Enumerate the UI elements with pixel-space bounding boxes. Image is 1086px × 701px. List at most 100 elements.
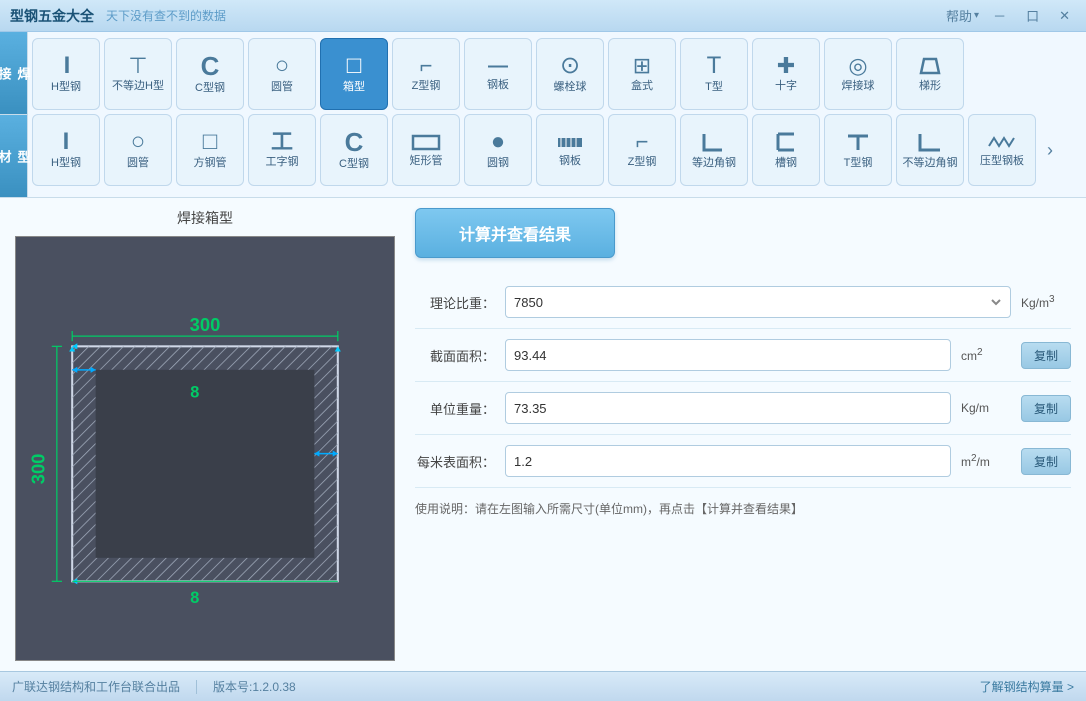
box-icon: □ xyxy=(347,54,362,78)
category-labels: 焊接 型材 xyxy=(0,32,28,197)
m-angle-unequal-icon xyxy=(916,130,944,154)
tool-m-round-steel[interactable]: ● 圆钢 xyxy=(464,114,532,186)
help-button[interactable]: 帮助 ▾ xyxy=(946,6,979,25)
surface-unit: m2/m xyxy=(961,453,1011,469)
category-weld[interactable]: 焊接 xyxy=(0,32,27,115)
z-steel-icon: ⌐ xyxy=(420,55,433,77)
area-label: 截面面积： xyxy=(415,346,495,365)
m-h-steel-icon: I xyxy=(63,130,70,154)
weight-copy-button[interactable]: 复制 xyxy=(1021,395,1071,422)
m-press-plate-icon xyxy=(987,132,1017,152)
diagram-canvas: 300 300 xyxy=(15,236,395,661)
area-copy-button[interactable]: 复制 xyxy=(1021,342,1071,369)
calculate-button[interactable]: 计算并查看结果 xyxy=(415,208,615,258)
tool-m-z-steel[interactable]: ⌐ Z型钢 xyxy=(608,114,676,186)
tool-m-angle-equal[interactable]: 等边角钢 xyxy=(680,114,748,186)
tool-t-steel[interactable]: T T型 xyxy=(680,38,748,110)
weight-input[interactable] xyxy=(505,392,951,424)
diagram-title: 焊接箱型 xyxy=(15,208,395,228)
t-steel-icon: T xyxy=(707,54,722,78)
area-unit: cm2 xyxy=(961,347,1011,363)
tool-weld-ball[interactable]: ◎ 焊接球 xyxy=(824,38,892,110)
unequal-h-icon: ⊤ xyxy=(128,55,147,77)
weld-ball-icon: ◎ xyxy=(848,55,867,77)
weight-label: 单位重量： xyxy=(415,399,495,418)
density-select[interactable]: 7850 7800 7900 xyxy=(505,286,1011,318)
svg-text:300: 300 xyxy=(190,314,221,335)
surface-copy-button[interactable]: 复制 xyxy=(1021,448,1071,475)
tool-m-i-beam[interactable]: 工 工字钢 xyxy=(248,114,316,186)
close-button[interactable]: ✕ xyxy=(1053,6,1076,26)
tool-m-plate[interactable]: 钢板 xyxy=(536,114,604,186)
density-unit: Kg/m3 xyxy=(1021,294,1071,310)
density-row: 理论比重： 7850 7800 7900 Kg/m3 xyxy=(415,276,1071,329)
m-plate-icon xyxy=(556,132,584,152)
surface-row: 每米表面积： m2/m 复制 xyxy=(415,435,1071,488)
weight-row: 单位重量： Kg/m 复制 xyxy=(415,382,1071,435)
area-row: 截面面积： cm2 复制 xyxy=(415,329,1071,382)
titlebar-left: 型钢五金大全 天下没有查不到的数据 xyxy=(10,6,226,26)
svg-text:300: 300 xyxy=(28,454,49,485)
diagram-svg: 300 300 xyxy=(16,237,394,660)
minimize-button[interactable]: － xyxy=(987,4,1012,27)
tool-m-channel[interactable]: 槽钢 xyxy=(752,114,820,186)
category-material[interactable]: 型材 xyxy=(0,115,27,197)
toolbar: 焊接 型材 I H型钢 ⊤ 不等边H型 C C型钢 ○ 圆管 xyxy=(0,32,1086,198)
statusbar: 广联达钢结构和工作台联合出品 版本号:1.2.0.38 了解钢结构算量 > xyxy=(0,671,1086,701)
scroll-right-button[interactable]: › xyxy=(1040,140,1060,161)
company-label: 广联达钢结构和工作台联合出品 xyxy=(12,678,180,695)
tool-m-round-pipe[interactable]: ○ 圆管 xyxy=(104,114,172,186)
tool-cross[interactable]: ✚ 十字 xyxy=(752,38,820,110)
h-steel-icon: I xyxy=(64,54,69,78)
knowledge-link[interactable]: 了解钢结构算量 > xyxy=(980,678,1074,695)
tool-round-pipe[interactable]: ○ 圆管 xyxy=(248,38,316,110)
density-label: 理论比重： xyxy=(415,293,495,312)
cross-icon: ✚ xyxy=(777,55,795,77)
titlebar: 型钢五金大全 天下没有查不到的数据 帮助 ▾ － 口 ✕ xyxy=(0,0,1086,32)
m-i-beam-icon: 工 xyxy=(271,131,293,153)
chevron-down-icon: ▾ xyxy=(974,10,979,21)
m-c-steel-icon: C xyxy=(345,129,364,155)
tool-m-c-steel[interactable]: C C型钢 xyxy=(320,114,388,186)
tool-unequal-h[interactable]: ⊤ 不等边H型 xyxy=(104,38,172,110)
tool-m-angle-unequal[interactable]: 不等边角钢 xyxy=(896,114,964,186)
usage-note: 使用说明：请在左图输入所需尺寸(单位mm)，再点击【计算并查看结果】 xyxy=(415,500,1071,517)
tool-m-square-pipe[interactable]: □ 方钢管 xyxy=(176,114,244,186)
weld-tool-row: I H型钢 ⊤ 不等边H型 C C型钢 ○ 圆管 □ 箱型 xyxy=(32,38,1082,110)
tool-m-t-steel[interactable]: T型钢 xyxy=(824,114,892,186)
status-divider xyxy=(196,680,197,694)
m-rect-pipe-icon xyxy=(411,132,441,152)
statusbar-left: 广联达钢结构和工作台联合出品 版本号:1.2.0.38 xyxy=(12,678,296,695)
m-t-steel-icon xyxy=(844,130,872,154)
m-square-pipe-icon: □ xyxy=(203,130,218,154)
tool-c-steel[interactable]: C C型钢 xyxy=(176,38,244,110)
main-content: 焊接箱型 300 300 xyxy=(0,198,1086,671)
tool-m-h-steel[interactable]: I H型钢 xyxy=(32,114,100,186)
weight-unit: Kg/m xyxy=(961,401,1011,415)
box-style-icon: ⊞ xyxy=(633,55,651,77)
tool-box[interactable]: □ 箱型 xyxy=(320,38,388,110)
tool-bolt-ball[interactable]: ⊙ 螺栓球 xyxy=(536,38,604,110)
diagram-panel: 焊接箱型 300 300 xyxy=(15,208,395,661)
svg-text:8: 8 xyxy=(190,383,199,401)
tool-z-steel[interactable]: ⌐ Z型钢 xyxy=(392,38,460,110)
app-subtitle: 天下没有查不到的数据 xyxy=(106,7,226,24)
restore-button[interactable]: 口 xyxy=(1020,4,1045,27)
tool-h-steel[interactable]: I H型钢 xyxy=(32,38,100,110)
tool-m-press-plate[interactable]: 压型钢板 xyxy=(968,114,1036,186)
area-input[interactable] xyxy=(505,339,951,371)
tool-steel-plate[interactable]: — 钢板 xyxy=(464,38,532,110)
tool-trapezoid[interactable]: 梯形 xyxy=(896,38,964,110)
surface-label: 每米表面积： xyxy=(415,452,495,471)
surface-input[interactable] xyxy=(505,445,951,477)
tool-rows: I H型钢 ⊤ 不等边H型 C C型钢 ○ 圆管 □ 箱型 xyxy=(28,32,1086,197)
tool-box-style[interactable]: ⊞ 盒式 xyxy=(608,38,676,110)
svg-text:8: 8 xyxy=(190,589,199,607)
app-title: 型钢五金大全 xyxy=(10,6,94,26)
tool-m-rect-pipe[interactable]: 矩形管 xyxy=(392,114,460,186)
c-steel-icon: C xyxy=(201,53,220,79)
m-round-pipe-icon: ○ xyxy=(131,130,146,154)
m-z-steel-icon: ⌐ xyxy=(636,131,649,153)
round-pipe-icon: ○ xyxy=(275,54,290,78)
m-channel-icon xyxy=(772,130,800,154)
